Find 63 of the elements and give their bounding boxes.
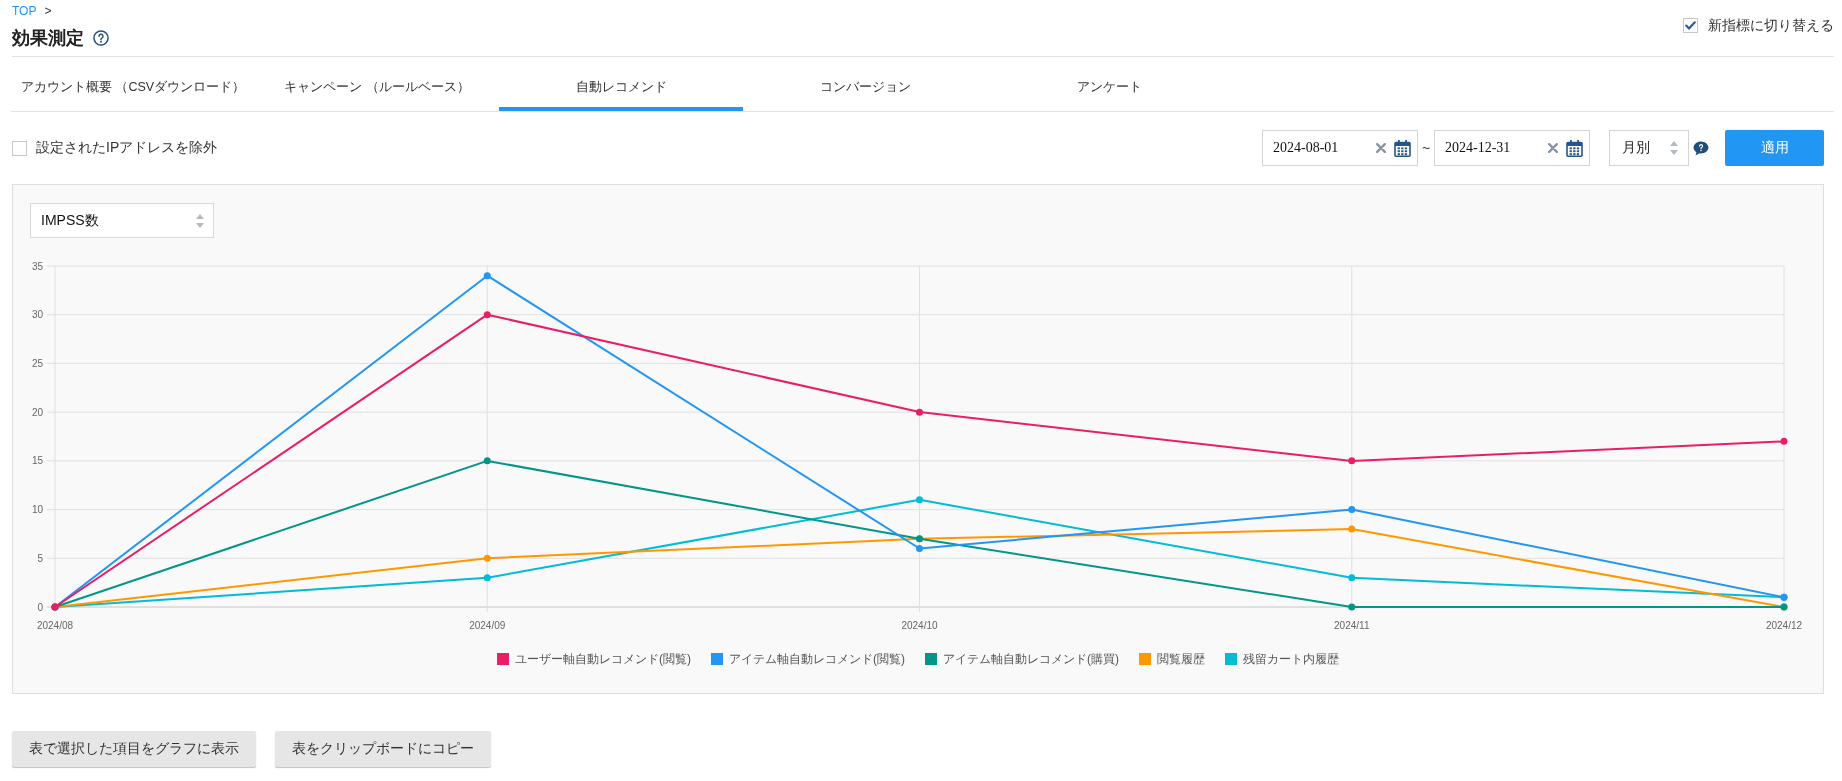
checkbox[interactable] xyxy=(12,140,27,156)
action-button[interactable]: 表をクリップボードにコピー xyxy=(275,731,491,767)
metric-select[interactable]: IMPSS数 xyxy=(30,203,214,238)
calendar-icon[interactable] xyxy=(1566,139,1583,157)
checkbox-label: 設定されたIPアドレスを除外 xyxy=(36,139,218,157)
data-point xyxy=(1348,603,1356,611)
clear-icon[interactable] xyxy=(1376,143,1386,153)
data-point xyxy=(1348,525,1356,533)
x-axis-label: 2024/12 xyxy=(1765,620,1803,631)
calendar-icon[interactable] xyxy=(1394,139,1411,157)
y-axis-label: 15 xyxy=(31,455,43,467)
checkbox[interactable] xyxy=(1683,17,1698,33)
tab[interactable]: 自動レコメンド xyxy=(499,57,743,111)
range-separator: ~ xyxy=(1420,140,1432,156)
data-point xyxy=(483,272,491,280)
y-axis-label: 35 xyxy=(31,260,43,272)
x-axis-label: 2024/10 xyxy=(901,620,938,631)
data-point xyxy=(1780,437,1788,445)
y-axis-label: 25 xyxy=(31,357,43,369)
x-axis-label: 2024/08 xyxy=(36,620,74,631)
y-axis-label: 30 xyxy=(31,309,43,321)
help-icon[interactable] xyxy=(93,30,109,46)
legend-label[interactable]: ユーザー軸自動レコメンド(閲覧) xyxy=(515,649,691,669)
help-bubble-icon[interactable] xyxy=(1693,140,1709,156)
date-field[interactable]: 2024-08-01 xyxy=(1262,130,1418,166)
legend-label[interactable]: アイテム軸自動レコメンド(閲覧) xyxy=(729,649,905,669)
data-point xyxy=(483,554,491,562)
legend-label[interactable]: 閲覧履歴 xyxy=(1157,649,1205,669)
data-point xyxy=(1348,574,1356,582)
data-point xyxy=(916,496,923,504)
x-axis-label: 2024/09 xyxy=(469,620,506,631)
legend-label[interactable]: 残留カート内履歴 xyxy=(1243,649,1339,669)
legend-swatch-icon[interactable] xyxy=(925,653,937,665)
legend-label[interactable]: アイテム軸自動レコメンド(購買) xyxy=(943,649,1119,669)
legend-swatch-icon[interactable] xyxy=(497,653,509,665)
data-point xyxy=(916,408,923,416)
y-axis-label: 0 xyxy=(37,601,43,613)
action-button[interactable]: 表で選択した項目をグラフに表示 xyxy=(12,731,256,767)
y-axis-label: 10 xyxy=(31,504,43,516)
data-point xyxy=(1348,457,1356,465)
data-point xyxy=(916,545,923,553)
select-arrows-icon xyxy=(196,213,204,228)
interval-select[interactable]: 月別 xyxy=(1609,130,1689,166)
checkbox-label: 新指標に切り替える xyxy=(1708,16,1834,35)
data-point xyxy=(483,574,491,582)
tab[interactable]: コンバージョン xyxy=(743,57,987,111)
x-axis-label: 2024/11 xyxy=(1334,620,1370,631)
tab[interactable]: キャンペーン （ルールベース） xyxy=(255,57,499,111)
data-point xyxy=(483,457,491,465)
y-axis-label: 5 xyxy=(37,552,43,564)
data-point xyxy=(1348,506,1356,514)
legend-swatch-icon[interactable] xyxy=(1225,653,1237,665)
breadcrumb-separator: > xyxy=(44,3,52,19)
page-title: 効果測定 xyxy=(12,27,84,50)
date-field[interactable]: 2024-12-31 xyxy=(1434,130,1590,166)
clear-icon[interactable] xyxy=(1548,143,1558,153)
tab[interactable]: アンケート xyxy=(987,57,1231,111)
data-point xyxy=(483,311,491,319)
select-arrows-icon xyxy=(1670,141,1678,155)
legend-swatch-icon[interactable] xyxy=(1139,653,1151,665)
tab[interactable]: アカウント概要 （CSVダウンロード） xyxy=(11,57,255,111)
y-axis-label: 20 xyxy=(31,406,43,418)
legend-swatch-icon[interactable] xyxy=(711,653,723,665)
